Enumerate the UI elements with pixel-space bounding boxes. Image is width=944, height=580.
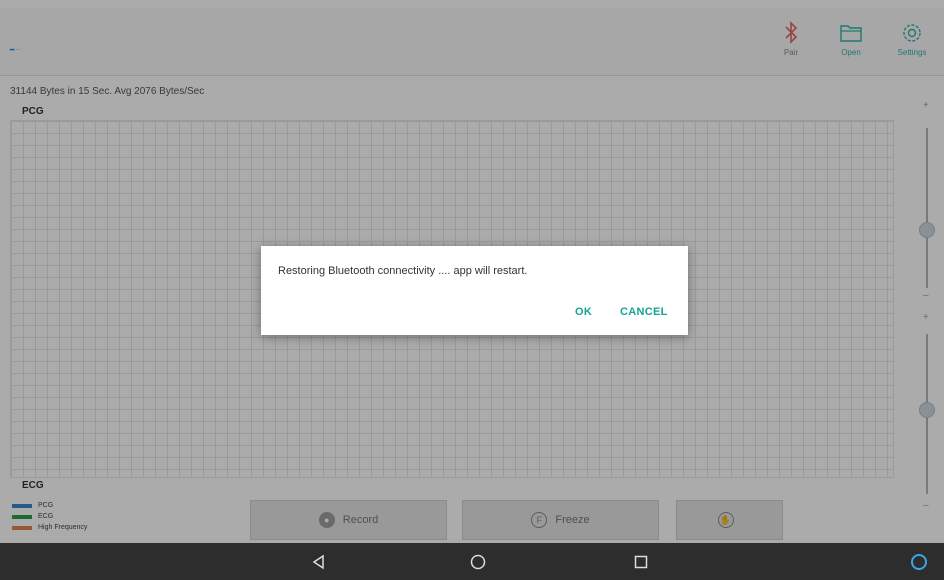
cancel-button[interactable]: CANCEL xyxy=(620,306,668,318)
android-navbar xyxy=(0,543,944,580)
back-icon[interactable] xyxy=(308,551,330,573)
dialog-message: Restoring Bluetooth connectivity .... ap… xyxy=(278,265,528,277)
screen: ━ ┈ Pair Open Settings 31144 Bytes in 15… xyxy=(0,0,944,580)
recents-icon[interactable] xyxy=(630,551,652,573)
home-icon[interactable] xyxy=(467,551,489,573)
assistant-icon[interactable] xyxy=(908,551,930,573)
ok-button[interactable]: OK xyxy=(575,306,592,318)
restart-dialog: Restoring Bluetooth connectivity .... ap… xyxy=(261,246,688,335)
